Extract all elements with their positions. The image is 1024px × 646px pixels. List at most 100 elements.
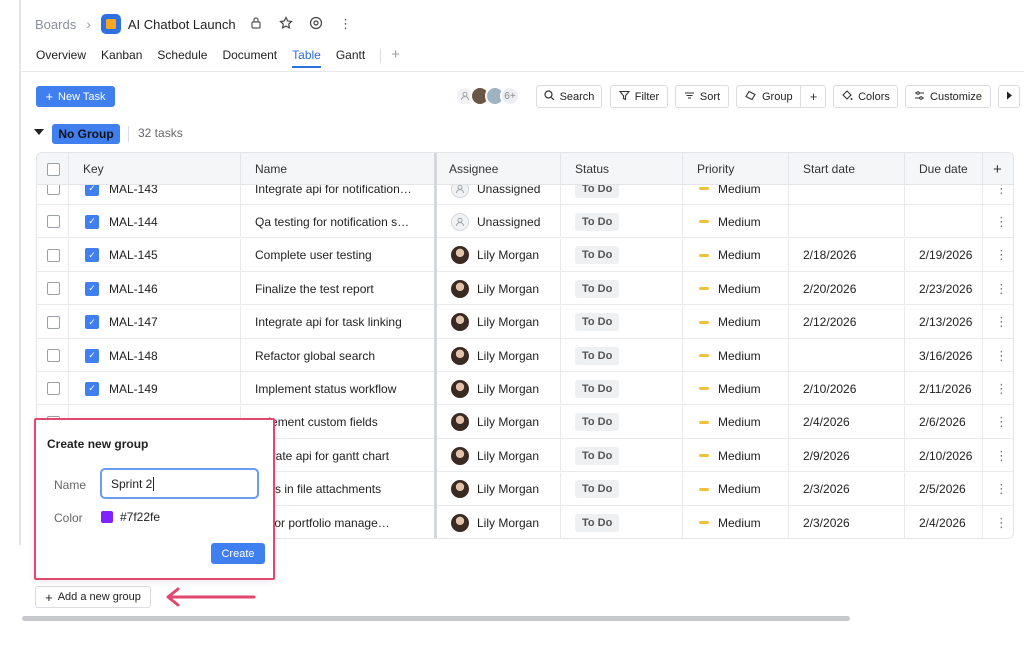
assignee-cell[interactable]: Lily Morgan xyxy=(435,372,561,406)
expand-toolbar-button[interactable] xyxy=(998,85,1020,108)
status-cell[interactable]: To Do xyxy=(561,472,683,506)
color-swatch[interactable] xyxy=(101,511,113,523)
priority-cell[interactable]: Medium xyxy=(683,339,789,372)
column-assignee[interactable]: Assignee xyxy=(435,153,561,185)
table-row[interactable]: ✓ MAL-148 Refactor global search Lily Morga… xyxy=(37,339,1013,372)
assignee-cell[interactable]: Unassigned xyxy=(435,205,561,239)
due-date-cell[interactable] xyxy=(905,185,983,205)
colors-button[interactable]: Colors xyxy=(833,85,898,108)
create-button[interactable]: Create xyxy=(211,543,265,564)
column-status[interactable]: Status xyxy=(561,153,683,185)
breadcrumb-boards[interactable]: Boards xyxy=(35,17,76,32)
key-cell[interactable]: ✓ MAL-144 xyxy=(69,205,241,239)
tab-gantt[interactable]: Gantt xyxy=(336,48,365,66)
start-date-cell[interactable]: 2/18/2026 xyxy=(789,238,905,272)
start-date-cell[interactable]: 2/20/2026 xyxy=(789,272,905,306)
project-title[interactable]: AI Chatbot Launch xyxy=(128,17,236,32)
row-checkbox[interactable] xyxy=(47,315,60,329)
name-cell[interactable]: Complete user testing xyxy=(241,238,435,272)
new-task-button[interactable]: + New Task xyxy=(36,86,115,107)
add-column-icon[interactable]: + xyxy=(983,153,1013,185)
more-vertical-icon[interactable]: ⋮ xyxy=(995,481,1008,497)
status-cell[interactable]: To Do xyxy=(561,205,683,239)
table-row[interactable]: ✓ MAL-149 Implement status workflow Lily Mo… xyxy=(37,372,1013,406)
status-cell[interactable]: To Do xyxy=(561,506,683,538)
collapse-caret-icon[interactable] xyxy=(34,129,44,135)
more-vertical-icon[interactable]: ⋮ xyxy=(995,515,1008,531)
color-hex-value[interactable]: #7f22fe xyxy=(120,510,160,524)
start-date-cell[interactable] xyxy=(789,185,905,205)
assignee-cell[interactable]: Lily Morgan xyxy=(435,305,561,339)
due-date-cell[interactable]: 2/5/2026 xyxy=(905,472,983,506)
priority-cell[interactable]: Medium xyxy=(683,439,789,473)
due-date-cell[interactable]: 2/10/2026 xyxy=(905,439,983,473)
priority-cell[interactable]: Medium xyxy=(683,506,789,538)
tab-document[interactable]: Document xyxy=(222,48,277,66)
add-group-quick-icon[interactable]: + xyxy=(801,85,826,108)
status-cell[interactable]: To Do xyxy=(561,439,683,473)
due-date-cell[interactable]: 2/6/2026 xyxy=(905,405,983,439)
start-date-cell[interactable] xyxy=(789,205,905,239)
key-cell[interactable]: ✓ MAL-146 xyxy=(69,272,241,306)
select-all-checkbox[interactable] xyxy=(47,162,60,176)
assignee-cell[interactable]: Lily Morgan xyxy=(435,339,561,372)
row-checkbox[interactable] xyxy=(47,382,60,396)
add-new-group-button[interactable]: + Add a new group xyxy=(35,586,151,608)
due-date-cell[interactable]: 3/16/2026 xyxy=(905,339,983,372)
lock-icon[interactable] xyxy=(248,16,264,32)
filter-button[interactable]: Filter xyxy=(610,85,668,108)
status-cell[interactable]: To Do xyxy=(561,372,683,406)
add-view-icon[interactable]: + xyxy=(391,47,400,62)
row-checkbox[interactable] xyxy=(47,349,60,362)
priority-cell[interactable]: Medium xyxy=(683,272,789,306)
key-cell[interactable]: ✓ MAL-147 xyxy=(69,305,241,339)
more-vertical-icon[interactable]: ⋮ xyxy=(995,414,1008,430)
priority-cell[interactable]: Medium xyxy=(683,238,789,272)
more-vertical-icon[interactable]: ⋮ xyxy=(995,381,1008,397)
priority-cell[interactable]: Medium xyxy=(683,372,789,406)
assignee-cell[interactable]: Lily Morgan xyxy=(435,506,561,538)
name-cell[interactable]: Integrate api for notification… xyxy=(241,185,435,205)
name-cell[interactable]: Qa testing for notification s… xyxy=(241,205,435,239)
group-name-badge[interactable]: No Group xyxy=(52,124,120,144)
group-name-input[interactable]: Sprint 2 xyxy=(100,468,259,499)
status-cell[interactable]: To Do xyxy=(561,339,683,372)
start-date-cell[interactable]: 2/3/2026 xyxy=(789,472,905,506)
name-cell[interactable]: Refactor global search xyxy=(241,339,435,372)
due-date-cell[interactable]: 2/4/2026 xyxy=(905,506,983,538)
sort-button[interactable]: Sort xyxy=(675,85,729,108)
row-checkbox[interactable] xyxy=(47,282,60,296)
column-start-date[interactable]: Start date xyxy=(789,153,905,185)
due-date-cell[interactable]: 2/13/2026 xyxy=(905,305,983,339)
start-date-cell[interactable]: 2/4/2026 xyxy=(789,405,905,439)
assignee-cell[interactable]: Lily Morgan xyxy=(435,405,561,439)
more-vertical-icon[interactable]: ⋮ xyxy=(995,348,1008,364)
more-vertical-icon[interactable]: ⋮ xyxy=(338,16,354,32)
status-cell[interactable]: To Do xyxy=(561,305,683,339)
table-row[interactable]: ✓ MAL-144 Qa testing for notification s… Un… xyxy=(37,205,1013,239)
status-cell[interactable]: To Do xyxy=(561,185,683,205)
row-checkbox[interactable] xyxy=(47,215,60,229)
due-date-cell[interactable] xyxy=(905,205,983,239)
due-date-cell[interactable]: 2/11/2026 xyxy=(905,372,983,406)
assignee-cell[interactable]: Lily Morgan xyxy=(435,238,561,272)
assignee-cell[interactable]: Lily Morgan xyxy=(435,472,561,506)
horizontal-scrollbar[interactable] xyxy=(22,616,850,621)
watch-icon[interactable] xyxy=(308,16,324,33)
start-date-cell[interactable]: 2/10/2026 xyxy=(789,372,905,406)
priority-cell[interactable]: Medium xyxy=(683,205,789,239)
key-cell[interactable]: ✓ MAL-143 xyxy=(69,185,241,205)
key-cell[interactable]: ✓ MAL-148 xyxy=(69,339,241,372)
start-date-cell[interactable]: 2/9/2026 xyxy=(789,439,905,473)
start-date-cell[interactable] xyxy=(789,339,905,372)
key-cell[interactable]: ✓ MAL-145 xyxy=(69,238,241,272)
row-checkbox[interactable] xyxy=(47,248,60,262)
start-date-cell[interactable]: 2/3/2026 xyxy=(789,506,905,538)
more-vertical-icon[interactable]: ⋮ xyxy=(995,281,1008,297)
priority-cell[interactable]: Medium xyxy=(683,305,789,339)
assignee-cell[interactable]: Lily Morgan xyxy=(435,272,561,306)
table-row[interactable]: ✓ MAL-146 Finalize the test report Lily Mor… xyxy=(37,272,1013,306)
column-due-date[interactable]: Due date xyxy=(905,153,983,185)
due-date-cell[interactable]: 2/19/2026 xyxy=(905,238,983,272)
priority-cell[interactable]: Medium xyxy=(683,185,789,205)
